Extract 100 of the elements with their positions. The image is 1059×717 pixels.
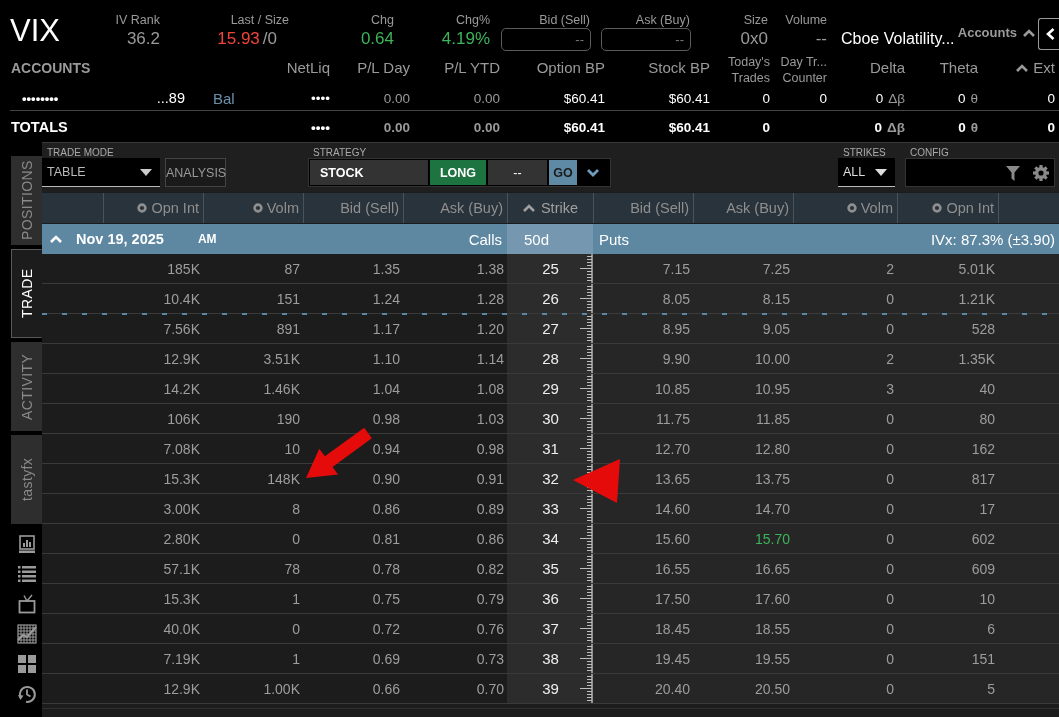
- bid-price: 0.86: [372, 500, 400, 517]
- strike-price: 27: [541, 320, 559, 337]
- bid-price: 9.90: [662, 350, 690, 367]
- ask-price: 1.28: [476, 290, 504, 307]
- days-to-expiry: 50d: [524, 230, 550, 248]
- ask-price: 13.75: [754, 470, 790, 487]
- chevron-up-icon[interactable]: [1023, 28, 1035, 37]
- net-liq-value: ••••: [311, 119, 330, 135]
- ask-price: 14.70: [754, 500, 790, 517]
- config-field[interactable]: [905, 158, 1055, 187]
- history-clock-icon[interactable]: [16, 684, 37, 704]
- volume-value: 0: [886, 410, 894, 427]
- column-header[interactable]: Opn Int: [946, 200, 994, 216]
- volume-value: 1.00K: [263, 680, 300, 697]
- side-tab[interactable]: ACTIVITY: [11, 342, 42, 431]
- open-interest-value: 106K: [167, 410, 200, 427]
- column-header[interactable]: Delta: [869, 59, 905, 76]
- expiration-date: Nov 19, 2025: [76, 231, 164, 247]
- accounts-toggle[interactable]: Accounts: [957, 25, 1017, 40]
- column-header[interactable]: Theta: [939, 59, 978, 76]
- list-icon[interactable]: [16, 564, 37, 584]
- settings-icon[interactable]: [1033, 164, 1049, 181]
- bid-price-field[interactable]: --: [501, 28, 591, 51]
- bid-price: 19.45: [654, 650, 690, 667]
- ask-price: 16.65: [754, 560, 790, 577]
- expiration-row[interactable]: Nov 19, 2025 AM Calls 50d Puts IVx: 87.3% (±3.90): [42, 224, 1059, 254]
- column-header[interactable]: P/L YTD: [444, 59, 500, 76]
- volume-value: 148K: [267, 470, 300, 487]
- column-header[interactable]: Ask (Buy): [440, 200, 503, 216]
- ruler-scale-icon: [578, 584, 593, 613]
- bid-price: 0.75: [372, 590, 400, 607]
- column-header[interactable]: Stock BP: [648, 59, 710, 76]
- column-header[interactable]: P/L Day: [357, 59, 410, 76]
- strike-price: 28: [541, 350, 559, 367]
- volume-value: 0: [886, 470, 894, 487]
- analysis-button[interactable]: ANALYSIS: [165, 158, 226, 187]
- ask-price: 0.82: [476, 560, 504, 577]
- open-interest-value: 14.2K: [163, 380, 200, 397]
- sort-up-icon[interactable]: [522, 204, 535, 212]
- column-header[interactable]: Day Tr... Counter: [780, 53, 827, 86]
- open-interest-value: 3.00K: [163, 500, 200, 517]
- column-header[interactable]: NetLiq: [286, 59, 330, 76]
- quantity-field[interactable]: --: [488, 160, 547, 185]
- filter-icon[interactable]: [1006, 164, 1020, 181]
- net-liq-value: ••••: [311, 90, 330, 106]
- column-header[interactable]: Strike: [540, 200, 579, 216]
- go-button[interactable]: GO: [549, 160, 577, 185]
- side-panel-button[interactable]: [1038, 18, 1059, 50]
- open-interest-value: 7.56K: [163, 320, 200, 337]
- ask-price: 1.38: [476, 260, 504, 277]
- tiles-icon[interactable]: [16, 654, 37, 674]
- ask-price: 1.08: [476, 380, 504, 397]
- ask-price: 8.15: [762, 290, 790, 307]
- totals-label: TOTALS: [10, 119, 68, 135]
- caret-icon[interactable]: [140, 168, 152, 176]
- open-interest-value: 15.3K: [163, 590, 200, 607]
- bid-price: 1.10: [372, 350, 400, 367]
- bid-price: 20.40: [654, 680, 690, 697]
- ruler-scale-icon: [578, 524, 593, 553]
- sort-up-icon[interactable]: [1016, 63, 1029, 72]
- change-label: Chg: [371, 12, 394, 28]
- strike-price: 32: [541, 470, 559, 487]
- column-header[interactable]: Opn Int: [151, 200, 199, 216]
- strike-price: 37: [541, 620, 559, 637]
- column-header[interactable]: Ask (Buy): [726, 200, 789, 216]
- caret-icon[interactable]: [875, 168, 887, 176]
- ext-value: 0: [1047, 90, 1055, 106]
- tv-icon[interactable]: [16, 594, 37, 614]
- ask-price: 1.14: [476, 350, 504, 367]
- volume-value: 3.51K: [263, 350, 300, 367]
- trades-count: 0: [762, 119, 770, 135]
- column-header[interactable]: Option BP: [536, 59, 605, 76]
- direction-button[interactable]: LONG: [430, 160, 486, 185]
- side-tab[interactable]: TRADE: [11, 249, 42, 338]
- strategy-type-button[interactable]: STOCK: [310, 160, 428, 185]
- column-header[interactable]: Volm: [860, 200, 893, 216]
- report-chart-icon[interactable]: [16, 534, 37, 554]
- volume-value: 1: [292, 650, 300, 667]
- strikes-dropdown[interactable]: ALL: [838, 158, 895, 187]
- bid-price: 17.50: [654, 590, 690, 607]
- pl-day-value: 0.00: [383, 90, 410, 106]
- column-header[interactable]: Volm: [266, 200, 299, 216]
- open-interest-value: 602: [971, 530, 995, 547]
- trade-mode-dropdown[interactable]: TABLE: [42, 158, 160, 187]
- column-header[interactable]: Ext: [1033, 59, 1055, 76]
- grid-chart-icon[interactable]: [16, 624, 37, 644]
- column-header[interactable]: Bid (Sell): [630, 200, 689, 216]
- strike-price: 39: [541, 680, 559, 697]
- ruler-scale-icon: [578, 254, 593, 283]
- bid-price: 0.90: [372, 470, 400, 487]
- side-tab[interactable]: POSITIONS: [11, 156, 42, 245]
- theta-value: 0 θ: [958, 119, 978, 135]
- column-header[interactable]: Bid (Sell): [340, 200, 399, 216]
- bid-price: 0.66: [372, 680, 400, 697]
- column-header[interactable]: Today's Trades: [728, 53, 770, 86]
- ruler-scale-icon: [578, 644, 593, 673]
- side-tab[interactable]: tastyfx: [11, 435, 42, 524]
- change-percent-label: Chg%: [455, 12, 490, 28]
- ask-price-field[interactable]: --: [601, 28, 691, 51]
- ring-icon: [932, 203, 943, 213]
